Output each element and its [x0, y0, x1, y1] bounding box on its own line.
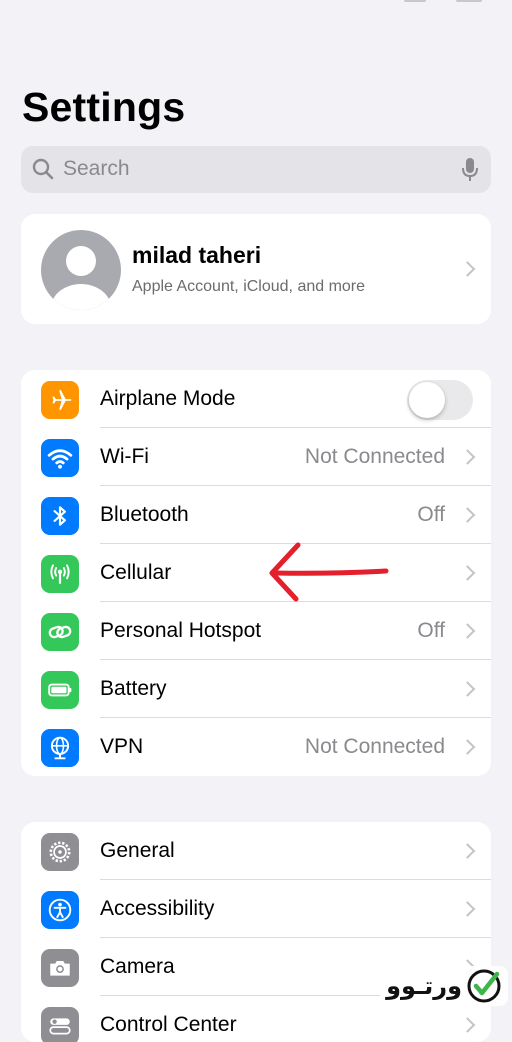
wifi-icon	[41, 439, 79, 477]
camera-icon	[41, 949, 79, 987]
row-accessibility[interactable]: Accessibility	[21, 880, 491, 938]
airplane-icon	[41, 381, 79, 419]
row-label: Airplane Mode	[100, 387, 236, 410]
annotation-arrow-icon	[269, 542, 389, 602]
chevron-right-icon	[459, 623, 476, 639]
control-center-icon	[41, 1007, 79, 1042]
row-cellular[interactable]: Cellular	[21, 544, 491, 602]
row-value: Not Connected	[304, 735, 445, 758]
apple-account-card[interactable]: milad taheri Apple Account, iCloud, and …	[21, 214, 491, 324]
row-vpn[interactable]: VPN Not Connected	[21, 718, 491, 776]
row-label: Cellular	[100, 561, 172, 584]
toggle-knob	[409, 382, 445, 418]
bluetooth-icon	[41, 497, 79, 535]
profile-name: milad taheri	[132, 242, 262, 268]
page-title: Settings	[22, 84, 186, 130]
vpn-globe-icon	[41, 729, 79, 767]
row-value: Not Connected	[304, 445, 445, 468]
chevron-right-icon	[459, 1017, 476, 1033]
chevron-right-icon	[459, 507, 476, 523]
battery-status-icon	[456, 0, 482, 2]
row-battery[interactable]: Battery	[21, 660, 491, 718]
row-label: Personal Hotspot	[100, 619, 262, 642]
row-bluetooth[interactable]: Bluetooth Off	[21, 486, 491, 544]
row-label: Control Center	[100, 1013, 237, 1036]
row-label: Wi-Fi	[100, 445, 149, 468]
chevron-right-icon	[459, 449, 476, 465]
chevron-right-icon	[459, 901, 476, 917]
gear-icon	[41, 833, 79, 871]
cellular-antenna-icon	[41, 555, 79, 593]
row-label: Camera	[100, 955, 175, 978]
accessibility-icon	[41, 891, 79, 929]
chevron-right-icon	[459, 843, 476, 859]
search-input[interactable]: Search	[63, 157, 130, 181]
profile-subtitle: Apple Account, iCloud, and more	[132, 278, 366, 295]
checkmark-icon	[467, 969, 501, 1003]
row-label: General	[100, 839, 175, 862]
watermark-text: ورتـوو	[386, 972, 462, 1000]
hotspot-link-icon	[41, 613, 79, 651]
chevron-right-icon	[459, 261, 476, 277]
avatar	[41, 230, 121, 310]
row-label: VPN	[100, 735, 144, 758]
signal-icon	[404, 0, 426, 2]
chevron-right-icon	[459, 739, 476, 755]
row-label: Accessibility	[100, 897, 215, 920]
watermark-logo: ورتـوو	[380, 966, 508, 1006]
battery-icon	[41, 671, 79, 709]
row-label: Bluetooth	[100, 503, 189, 526]
connectivity-group: Airplane Mode Wi-Fi Not Connected Blueto…	[21, 370, 491, 776]
row-airplane-mode[interactable]: Airplane Mode	[21, 370, 491, 428]
search-icon	[32, 158, 54, 180]
status-bar-fragment	[404, 0, 482, 2]
microphone-icon[interactable]	[461, 157, 479, 183]
row-wifi[interactable]: Wi-Fi Not Connected	[21, 428, 491, 486]
chevron-right-icon	[459, 565, 476, 581]
search-bar[interactable]: Search	[21, 146, 491, 193]
chevron-right-icon	[459, 681, 476, 697]
row-general[interactable]: General	[21, 822, 491, 880]
row-value: Off	[417, 619, 445, 642]
system-group: General Accessibility Camera Control Cen…	[21, 822, 491, 1042]
airplane-mode-toggle[interactable]	[407, 380, 473, 420]
row-label: Battery	[100, 677, 167, 700]
row-personal-hotspot[interactable]: Personal Hotspot Off	[21, 602, 491, 660]
row-value: Off	[417, 503, 445, 526]
